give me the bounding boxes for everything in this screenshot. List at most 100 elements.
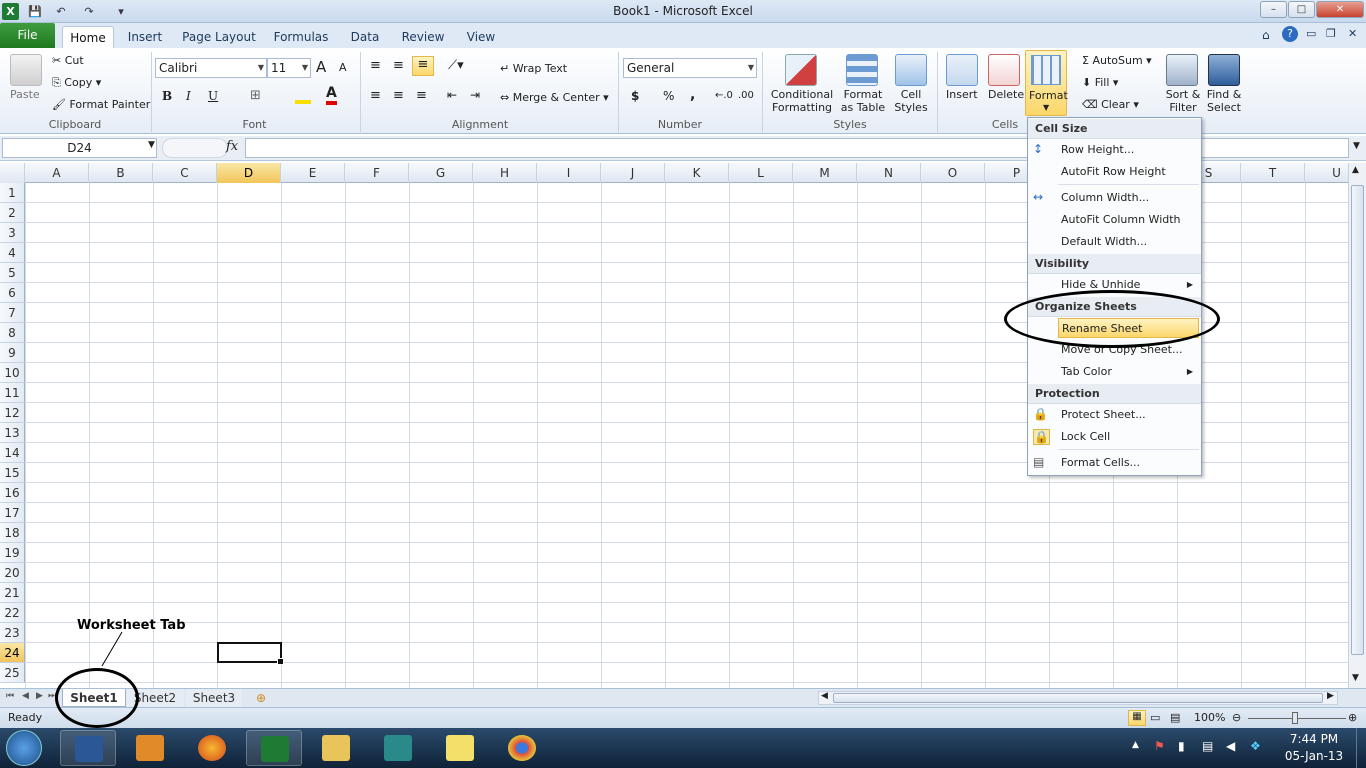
autosum-button[interactable]: Σ AutoSum ▾ — [1082, 54, 1152, 67]
column-header[interactable]: O — [921, 163, 985, 183]
firefox-taskbar-icon[interactable] — [184, 730, 240, 766]
menu-item-lock-cell[interactable]: Lock Cell — [1061, 427, 1199, 447]
copy-button[interactable]: ⎘ Copy ▾ — [52, 76, 101, 90]
column-header[interactable]: A — [25, 163, 89, 183]
row-header[interactable]: 8 — [0, 323, 25, 343]
fill-button[interactable]: ⬇ Fill ▾ — [1082, 76, 1118, 89]
file-tab[interactable]: File — [0, 23, 55, 48]
borders-icon[interactable]: ⊞ — [250, 88, 261, 103]
cell-styles-button[interactable]: Cell Styles — [890, 88, 932, 114]
workbook-minimize-icon[interactable]: ▭ — [1306, 27, 1316, 40]
zoom-out-icon[interactable]: ⊖ — [1232, 711, 1241, 724]
collapse-ribbon-icon[interactable]: ⌂ — [1262, 28, 1270, 42]
clear-button[interactable]: ⌫ Clear ▾ — [1082, 98, 1139, 111]
menu-item-autofit-row-height[interactable]: AutoFit Row Height — [1061, 162, 1199, 182]
chevron-down-icon[interactable]: ▼ — [148, 140, 155, 150]
formula-bar-splitter[interactable] — [162, 138, 228, 158]
column-header[interactable]: E — [281, 163, 345, 183]
row-header[interactable]: 5 — [0, 263, 25, 283]
chrome-taskbar-icon[interactable] — [494, 730, 550, 766]
row-header[interactable]: 14 — [0, 443, 25, 463]
row-header[interactable]: 11 — [0, 383, 25, 403]
percent-button[interactable]: % — [663, 89, 674, 103]
tab-insert[interactable]: Insert — [122, 26, 168, 49]
currency-button[interactable]: $ — [631, 89, 639, 103]
column-header[interactable]: M — [793, 163, 857, 183]
conditional-formatting-icon[interactable] — [785, 54, 817, 86]
scroll-down-icon[interactable]: ▼ — [1352, 673, 1359, 683]
horizontal-scroll-thumb[interactable] — [833, 693, 1323, 703]
shrink-font-button[interactable]: A — [339, 61, 347, 74]
row-header[interactable]: 17 — [0, 503, 25, 523]
row-header[interactable]: 6 — [0, 283, 25, 303]
column-header[interactable]: I — [537, 163, 601, 183]
comma-button[interactable]: , — [690, 87, 695, 103]
column-header[interactable]: J — [601, 163, 665, 183]
menu-item-autofit-column-width[interactable]: AutoFit Column Width — [1061, 210, 1199, 230]
italic-button[interactable]: I — [186, 89, 191, 103]
row-header[interactable]: 20 — [0, 563, 25, 583]
align-left-icon[interactable]: ≡ — [370, 88, 381, 103]
column-header[interactable]: N — [857, 163, 921, 183]
network-icon[interactable]: ▤ — [1202, 739, 1213, 753]
format-as-table-button[interactable]: Format as Table — [838, 88, 888, 114]
power-icon[interactable]: ▮ — [1178, 739, 1185, 753]
align-bottom-icon[interactable]: ≡ — [412, 56, 434, 76]
row-header[interactable]: 4 — [0, 243, 25, 263]
row-header[interactable]: 25 — [0, 663, 25, 683]
row-header[interactable]: 9 — [0, 343, 25, 363]
row-header[interactable]: 1 — [0, 183, 25, 203]
show-desktop-button[interactable] — [1356, 728, 1366, 768]
column-header[interactable]: C — [153, 163, 217, 183]
sheet-tab-sheet3[interactable]: Sheet3 — [186, 689, 242, 707]
vertical-scrollbar[interactable]: ▲ ▼ — [1348, 163, 1366, 688]
row-header[interactable]: 16 — [0, 483, 25, 503]
publisher-taskbar-icon[interactable] — [370, 730, 426, 766]
excel-taskbar-icon[interactable] — [246, 730, 302, 766]
menu-item-default-width[interactable]: Default Width... — [1061, 232, 1199, 252]
show-hidden-icons-icon[interactable]: ▲ — [1132, 740, 1139, 750]
font-color-icon[interactable]: A — [326, 86, 337, 105]
minimize-button[interactable]: – — [1260, 1, 1287, 18]
column-header[interactable]: F — [345, 163, 409, 183]
sort-filter-icon[interactable] — [1166, 54, 1198, 86]
decrease-decimal-icon[interactable]: .00 — [738, 90, 754, 101]
column-header[interactable]: G — [409, 163, 473, 183]
dropbox-icon[interactable]: ❖ — [1250, 739, 1261, 753]
insert-worksheet-icon[interactable]: ⊕ — [246, 689, 276, 707]
orientation-icon[interactable]: ⟋▾ — [448, 58, 464, 73]
workbook-close-icon[interactable]: ✕ — [1348, 27, 1357, 40]
sticky-notes-taskbar-icon[interactable] — [432, 730, 488, 766]
menu-item-tab-color[interactable]: Tab Color ▶ — [1061, 362, 1199, 382]
menu-item-format-cells[interactable]: Format Cells... — [1061, 453, 1199, 473]
tab-data[interactable]: Data — [344, 26, 386, 49]
column-header[interactable]: B — [89, 163, 153, 183]
align-top-icon[interactable]: ≡ — [370, 58, 381, 73]
prev-sheet-icon[interactable]: ◀ — [22, 691, 29, 701]
row-header[interactable]: 2 — [0, 203, 25, 223]
align-right-icon[interactable]: ≡ — [416, 88, 427, 103]
row-header[interactable]: 19 — [0, 543, 25, 563]
format-as-table-icon[interactable] — [846, 54, 878, 86]
row-header[interactable]: 12 — [0, 403, 25, 423]
word-taskbar-icon[interactable] — [60, 730, 116, 766]
paste-icon[interactable] — [10, 54, 42, 86]
insert-cells-icon[interactable] — [946, 54, 978, 86]
column-header[interactable]: U — [1305, 163, 1348, 183]
normal-view-icon[interactable]: ▦ — [1128, 710, 1146, 726]
row-header[interactable]: 24 — [0, 643, 25, 663]
bold-button[interactable]: B — [162, 89, 172, 103]
merge-center-button[interactable]: ⇔ Merge & Center ▾ — [500, 91, 609, 104]
conditional-formatting-button[interactable]: Conditional Formatting — [770, 88, 834, 114]
next-sheet-icon[interactable]: ▶ — [36, 691, 43, 701]
increase-indent-icon[interactable]: ⇥ — [470, 88, 480, 102]
taskbar-time[interactable]: 7:44 PM — [1284, 732, 1344, 746]
find-select-button[interactable]: Find & Select — [1204, 88, 1244, 114]
column-header[interactable]: D — [217, 163, 281, 183]
paste-button[interactable]: Paste — [10, 88, 40, 101]
workbook-restore-icon[interactable]: ❐ — [1326, 27, 1336, 40]
first-sheet-icon[interactable]: ⏮ — [6, 691, 14, 701]
cell-styles-icon[interactable] — [895, 54, 927, 86]
format-painter-button[interactable]: 🖌 Format Painter — [52, 98, 150, 111]
explorer-taskbar-icon[interactable] — [308, 730, 364, 766]
